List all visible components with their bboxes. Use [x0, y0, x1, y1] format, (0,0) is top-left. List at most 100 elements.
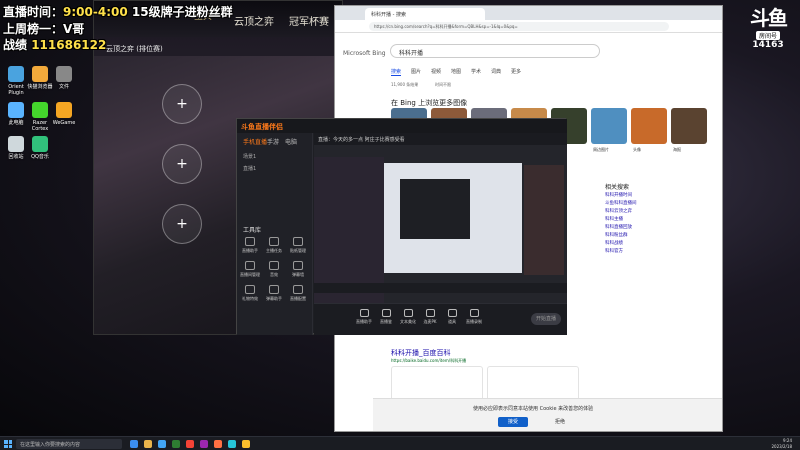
taskbar-app-icon[interactable]	[242, 440, 250, 448]
tool-item[interactable]: 音效	[263, 261, 285, 277]
tool-label: 直播配置	[290, 296, 306, 301]
search-input[interactable]: 科科开播	[390, 44, 600, 58]
schedule-time: 9:00-4:00	[63, 5, 128, 19]
tab-maps[interactable]: 地图	[451, 68, 461, 75]
thumbnail-caption[interactable]: 周边图片	[593, 147, 609, 153]
scene-item[interactable]: 场景1	[243, 153, 256, 160]
tool-item[interactable]: 直播助手	[239, 237, 261, 253]
related-search-link[interactable]: 科科官方	[605, 248, 623, 254]
tab-search[interactable]: 搜索	[391, 68, 402, 76]
related-search-link[interactable]: 科科粉丝群	[605, 232, 628, 238]
tool-label: 道具	[448, 319, 456, 324]
stream-title[interactable]: 直播：今天的多一点 阿庄子比赛感受看	[314, 133, 567, 145]
tool-item[interactable]: 贴纸管理	[287, 237, 309, 253]
images-heading[interactable]: 在 Bing 上浏览更多图像	[391, 98, 467, 108]
tools-title: 工具库	[243, 227, 262, 234]
taskbar-app-icon[interactable]	[214, 440, 222, 448]
related-search-link[interactable]: 斗鱼科科直播间	[605, 200, 637, 206]
search-result-title[interactable]: 科科开播_百度百科	[391, 348, 451, 358]
scene-item[interactable]: 直播1	[243, 165, 256, 172]
tool-icon	[381, 309, 391, 317]
related-search-link[interactable]: 科科战绩	[605, 240, 623, 246]
side-tab-pc[interactable]: 电脑	[285, 137, 297, 146]
game-tab-champions-cup[interactable]: 冠军杯赛	[289, 13, 329, 28]
reject-cookies-button[interactable]: 拒绝	[545, 417, 575, 427]
tool-label: 直播录制	[466, 319, 482, 324]
related-search-link[interactable]: 科科主播	[605, 216, 623, 222]
preview-taskbar	[314, 283, 567, 293]
tool-item[interactable]: 弹幕助手	[263, 285, 285, 301]
desktop-icon-file[interactable]: 文件	[50, 66, 78, 90]
tab-academic[interactable]: 学术	[471, 68, 481, 75]
address-bar[interactable]: https://cn.bing.com/search?q=科科开播&form=Q…	[369, 22, 669, 31]
tab-more[interactable]: 更多	[511, 68, 521, 75]
time-filter[interactable]: 时间不限	[435, 82, 451, 88]
tool-icon	[245, 237, 255, 246]
related-search-link[interactable]: 科科云顶之弈	[605, 208, 632, 214]
desktop-icon-wegame[interactable]: WeGame	[50, 102, 78, 126]
image-thumbnail[interactable]	[671, 108, 707, 144]
desktop-icon-qq-music[interactable]: QQ音乐	[26, 136, 54, 160]
razer-icon	[32, 102, 48, 118]
image-thumbnail[interactable]	[591, 108, 627, 144]
tool-item[interactable]: 礼物特效	[239, 285, 261, 301]
preview-canvas	[314, 157, 567, 303]
start-stream-button[interactable]: 开始直播	[531, 313, 561, 325]
taskbar-app-icon[interactable]	[130, 440, 138, 448]
schedule-note: 15级牌子进粉丝群	[131, 5, 233, 19]
tool-item[interactable]: 主播任务	[263, 237, 285, 253]
search-result-url[interactable]: https://baike.baidu.com/item/科科开播	[391, 358, 466, 364]
computer-icon	[8, 102, 24, 118]
tab-images[interactable]: 图片	[411, 68, 421, 75]
tool-icon	[269, 237, 279, 246]
related-search-link[interactable]: 科科开播时间	[605, 192, 632, 198]
thumbnail-caption[interactable]: 头像	[633, 147, 641, 153]
taskbar-app-icon[interactable]	[228, 440, 236, 448]
bing-logo[interactable]: Microsoft Bing	[343, 50, 386, 57]
taskbar-app-icon[interactable]	[144, 440, 152, 448]
taskbar-app-icon[interactable]	[186, 440, 194, 448]
game-tab-tft[interactable]: 云顶之弈	[234, 13, 274, 28]
side-tab-mobile-game[interactable]: 手游	[267, 137, 279, 146]
taskbar-app-icon[interactable]	[200, 440, 208, 448]
tab-dictionary[interactable]: 词典	[491, 68, 501, 75]
tool-icon	[293, 285, 303, 294]
stream-preview	[314, 145, 567, 303]
bottom-tool[interactable]: 直播助手	[354, 309, 374, 325]
tool-item[interactable]: 直播配置	[287, 285, 309, 301]
accept-cookies-button[interactable]: 接受	[498, 417, 528, 427]
record-label: 战绩	[3, 38, 28, 52]
tool-label: 连麦PK	[423, 319, 437, 324]
add-player-slot[interactable]: +	[162, 144, 202, 184]
tool-item[interactable]: 弹幕墙	[287, 261, 309, 277]
desktop-icon-label: 文件	[58, 84, 69, 90]
taskbar-search-input[interactable]: 在这里输入你要搜索的内容	[16, 439, 122, 449]
streaming-app-window: 斗鱼直播伴侣 手机直播 手游 电脑 场景1 直播1 工具库 直播助手 主播任务 …	[236, 118, 567, 335]
taskbar: 在这里输入你要搜索的内容 9:24 2023/2/18	[0, 436, 800, 450]
windows-start-icon[interactable]	[4, 440, 12, 448]
bottom-tool[interactable]: 直播录制	[464, 309, 484, 325]
thumbnail-caption[interactable]: 海报	[673, 147, 681, 153]
tool-icon	[293, 237, 303, 246]
taskbar-app-icon[interactable]	[172, 440, 180, 448]
bottom-tool[interactable]: 连麦PK	[420, 309, 440, 325]
app-titlebar: 斗鱼直播伴侣	[237, 119, 567, 133]
room-number: 14163	[752, 40, 784, 50]
bottom-tool[interactable]: 文本美化	[398, 309, 418, 325]
tab-videos[interactable]: 视频	[431, 68, 441, 75]
bottom-tool[interactable]: 道具	[442, 309, 462, 325]
image-thumbnail[interactable]	[631, 108, 667, 144]
bottom-tool[interactable]: 直播鉴	[376, 309, 396, 325]
tool-icon	[469, 309, 479, 317]
browser-tab[interactable]: 科科开播 - 搜索	[365, 8, 485, 20]
side-tab-mobile[interactable]: 手机直播	[243, 137, 267, 146]
add-player-slot[interactable]: +	[162, 84, 202, 124]
system-clock[interactable]: 9:24 2023/2/18	[771, 438, 792, 450]
browser-tab-strip: 科科开播 - 搜索	[335, 6, 722, 20]
tool-item[interactable]: 直播间管理	[239, 261, 261, 277]
add-player-slot[interactable]: +	[162, 204, 202, 244]
tool-icon	[269, 285, 279, 294]
taskbar-app-icon[interactable]	[158, 440, 166, 448]
related-search-link[interactable]: 科科直播回放	[605, 224, 632, 230]
tool-icon	[403, 309, 413, 317]
